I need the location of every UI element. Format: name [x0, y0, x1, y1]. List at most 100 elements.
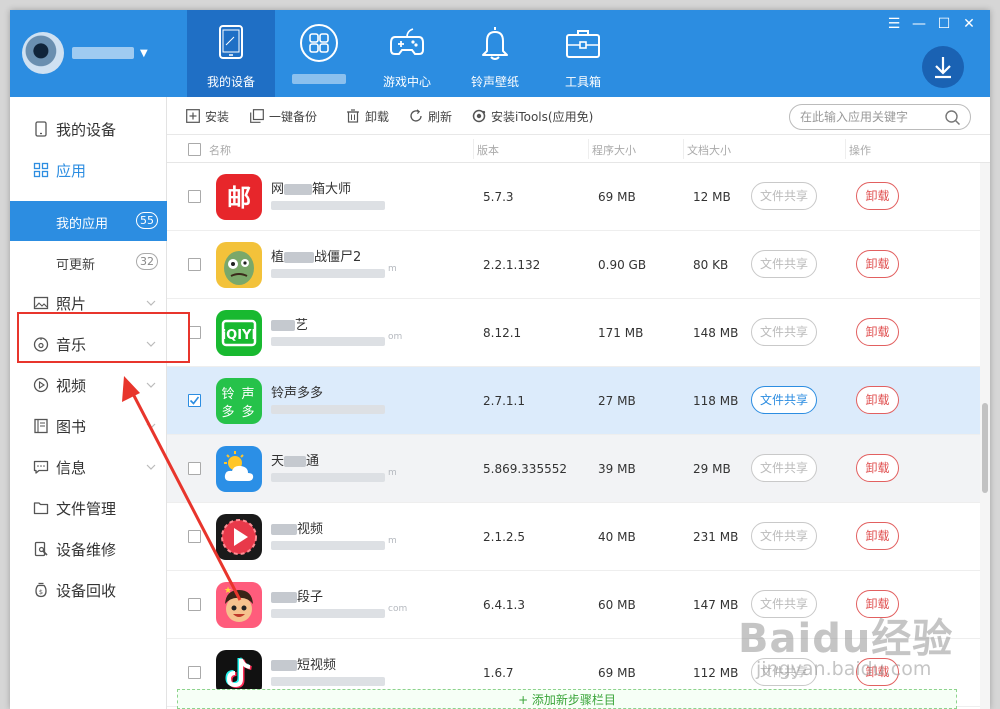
user-avatar[interactable]: [22, 32, 64, 74]
app-version: 6.4.1.3: [483, 598, 525, 612]
install-itools-label: 安装iTools(应用免): [491, 109, 594, 124]
chevron-down-icon[interactable]: [146, 380, 156, 390]
video-icon: [33, 377, 49, 393]
message-icon: [33, 460, 49, 474]
row-checkbox[interactable]: [188, 598, 201, 611]
uninstall-button[interactable]: 卸载: [856, 318, 899, 346]
app-version: 5.7.3: [483, 190, 514, 204]
header-app-size: 程序大小: [592, 144, 636, 157]
chevron-down-icon[interactable]: [146, 298, 156, 308]
count-badge: 32: [136, 253, 158, 270]
app-bundle-id-blurred: [271, 337, 385, 346]
file-share-button[interactable]: 文件共享: [751, 454, 817, 482]
install-itools-button[interactable]: 安装iTools(应用免): [472, 108, 593, 124]
row-checkbox[interactable]: [188, 462, 201, 475]
app-version: 8.12.1: [483, 326, 522, 340]
header-doc-size: 文档大小: [687, 144, 731, 157]
table-row[interactable]: 天通 m 5.869.335552 39 MB 29 MB 文件共享 卸载: [167, 435, 980, 503]
uninstall-button[interactable]: 卸载: [856, 454, 899, 482]
sidebar-item-my-device[interactable]: 我的设备: [10, 109, 167, 149]
tab-toolbox[interactable]: 工具箱: [539, 10, 627, 97]
sidebar-item-apps[interactable]: 应用: [10, 150, 167, 190]
close-icon[interactable]: ✕: [961, 16, 977, 32]
user-profile[interactable]: ▼: [22, 32, 148, 74]
weather-app-icon: [216, 446, 262, 492]
sidebar-item-messages[interactable]: 信息: [10, 447, 167, 487]
backup-button[interactable]: 一键备份: [250, 108, 317, 124]
download-manager-button[interactable]: [922, 46, 964, 88]
refresh-label: 刷新: [428, 109, 453, 124]
tab-game-center[interactable]: 游戏中心: [363, 10, 451, 97]
app-toolbar: 安装 一键备份 卸载 刷新 安装iTools(应用免): [167, 97, 990, 135]
doc-size: 80 KB: [693, 258, 729, 272]
app-name: 铃声多多: [271, 386, 324, 401]
search-icon[interactable]: [944, 109, 961, 126]
sidebar-item-file-manager[interactable]: 文件管理: [10, 488, 167, 528]
chevron-down-icon[interactable]: ▼: [140, 48, 148, 59]
watermark-sub: jingyan.baidu.com: [756, 658, 932, 680]
maximize-icon[interactable]: ☐: [936, 16, 952, 32]
file-share-button[interactable]: 文件共享: [751, 250, 817, 278]
sidebar-item-device-recycle[interactable]: $ 设备回收: [10, 570, 167, 610]
app-size: 60 MB: [598, 598, 636, 612]
username-blurred: [72, 47, 134, 59]
tab-my-device[interactable]: 我的设备: [187, 10, 275, 97]
file-share-button[interactable]: 文件共享: [751, 522, 817, 550]
row-checkbox[interactable]: [188, 666, 201, 679]
app-bundle-id-blurred: [271, 201, 385, 210]
menu-icon[interactable]: ☰: [886, 16, 902, 32]
annotation-highlight-box: [17, 312, 190, 363]
sidebar-item-books[interactable]: 图书: [10, 406, 167, 446]
app-size: 27 MB: [598, 394, 636, 408]
svg-text:声: 声: [241, 387, 254, 402]
header-action: 操作: [849, 144, 871, 157]
refresh-button[interactable]: 刷新: [409, 108, 452, 124]
uninstall-toolbar-button[interactable]: 卸载: [346, 108, 389, 124]
tab-label-blurred: [275, 73, 363, 87]
table-row[interactable]: iQIYI 艺 om 8.12.1 171 MB 148 MB 文件共享 卸载: [167, 299, 980, 367]
install-button[interactable]: 安装: [186, 108, 229, 124]
app-bundle-id-blurred: [271, 405, 385, 414]
app-size: 69 MB: [598, 190, 636, 204]
header-separator: [845, 139, 846, 159]
chevron-down-icon[interactable]: [146, 421, 156, 431]
file-share-button[interactable]: 文件共享: [751, 182, 817, 210]
uninstall-button[interactable]: 卸载: [856, 250, 899, 278]
sidebar-subitem-my-apps[interactable]: 我的应用 55: [10, 201, 167, 241]
table-row[interactable]: 视频 m 2.1.2.5 40 MB 231 MB 文件共享 卸载: [167, 503, 980, 571]
tab-apps[interactable]: [275, 10, 363, 97]
uninstall-button[interactable]: 卸载: [856, 182, 899, 210]
sidebar-item-label: 我的设备: [56, 120, 117, 139]
download-icon: [935, 57, 951, 79]
file-share-button[interactable]: 文件共享: [751, 386, 817, 414]
tab-ringtone-wallpaper[interactable]: 铃声壁纸: [451, 10, 539, 97]
header-version: 版本: [477, 144, 499, 157]
chevron-down-icon[interactable]: [146, 462, 156, 472]
app-name: 短视频: [271, 654, 336, 673]
doc-size: 12 MB: [693, 190, 731, 204]
sidebar-item-device-repair[interactable]: 设备维修: [10, 529, 167, 569]
header-separator: [683, 139, 684, 159]
scrollbar-thumb[interactable]: [982, 403, 988, 493]
app-search-box[interactable]: [789, 104, 971, 130]
row-checkbox[interactable]: [188, 190, 201, 203]
select-all-checkbox[interactable]: [188, 143, 201, 156]
row-checkbox[interactable]: [188, 530, 201, 543]
list-scrollbar[interactable]: [980, 163, 990, 709]
table-row[interactable]: 铃声多多 铃声多多 2.7.1.1 27 MB 118 MB 文件共享 卸载: [167, 367, 980, 435]
add-step-bar[interactable]: + 添加新步骤栏目: [177, 689, 957, 709]
table-row[interactable]: 植战僵尸2 m 2.2.1.132 0.90 GB 80 KB 文件共享 卸载: [167, 231, 980, 299]
refresh-icon: [410, 109, 422, 122]
uninstall-button[interactable]: 卸载: [856, 386, 899, 414]
table-row[interactable]: 邮 网箱大师 5.7.3 69 MB 12 MB 文件共享 卸载: [167, 163, 980, 231]
uninstall-label: 卸载: [365, 109, 390, 124]
file-share-button[interactable]: 文件共享: [751, 318, 817, 346]
row-checkbox[interactable]: [188, 258, 201, 271]
sidebar-subitem-updatable[interactable]: 可更新 32: [10, 242, 167, 282]
sidebar-item-video[interactable]: 视频: [10, 365, 167, 405]
doc-size: 231 MB: [693, 530, 739, 544]
uninstall-button[interactable]: 卸载: [856, 522, 899, 550]
search-input[interactable]: [800, 109, 940, 125]
minimize-icon[interactable]: —: [911, 16, 927, 32]
row-checkbox[interactable]: [188, 394, 201, 407]
